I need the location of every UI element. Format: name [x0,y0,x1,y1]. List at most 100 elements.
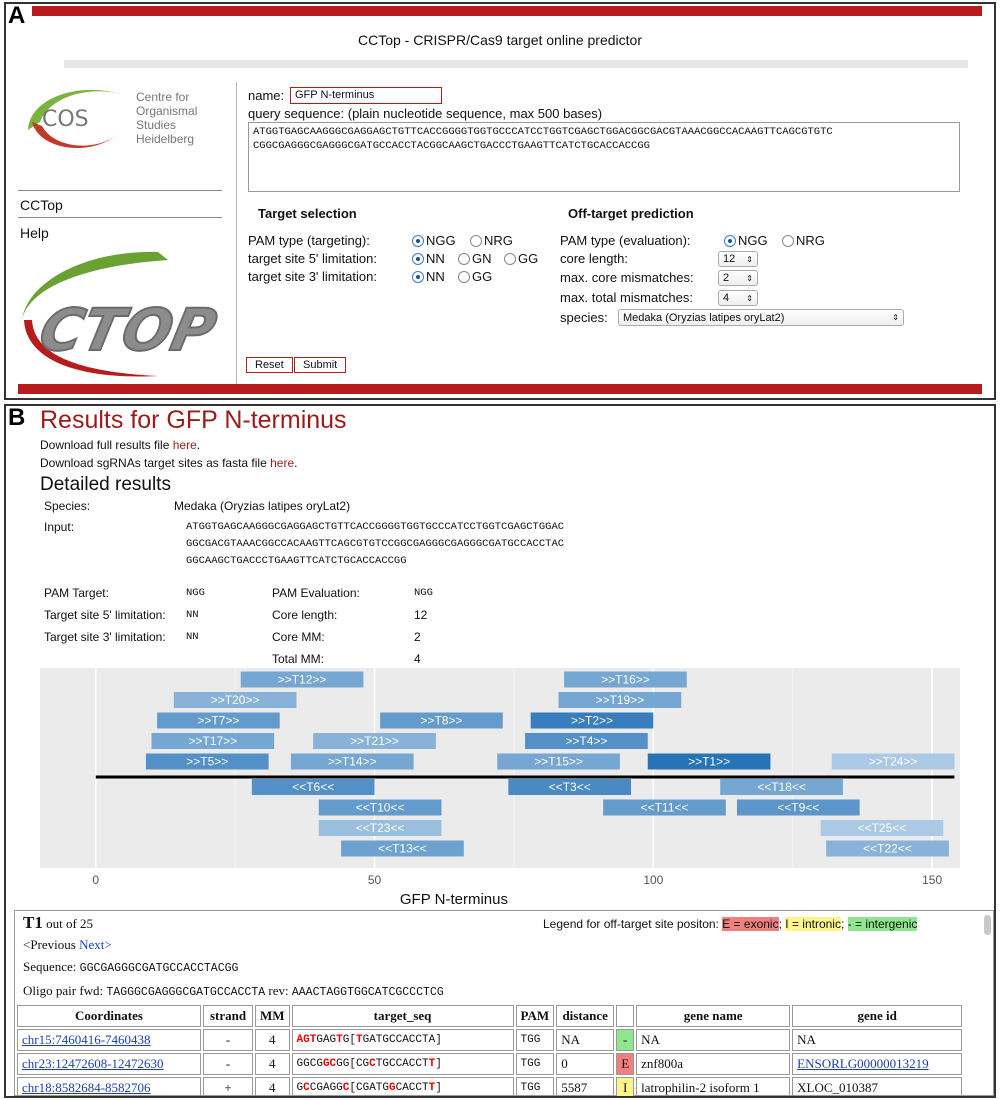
scrollbar[interactable] [984,915,991,935]
three-limit-value: NN [186,631,199,643]
seq-segment: G[ [342,1034,356,1046]
coordinates-link[interactable]: chr18:8582684-8582706 [22,1080,151,1095]
table-body: chr15:7460416-7460438-4 AGTGAGTG[TGATGCCA… [17,1029,963,1096]
mismatch-base: T [336,1034,343,1046]
target-label: <<T11<< [641,801,689,815]
x-tick-label: 0 [92,873,99,887]
pam-eval-ngg-radio[interactable]: NGG [724,233,768,248]
pam-targeting-ngg-radio[interactable]: NGG [412,233,456,248]
core-length-select[interactable]: 12 ⇕ [718,251,758,267]
input-line: GGCAAGCTGACCCTGAAGTTCATCTGCACCACCGG [186,555,407,567]
panel-a: CCTop - CRISPR/Cas9 target online predic… [4,2,996,400]
five-limit-gn-radio[interactable]: GN [458,251,492,266]
gene-id-link[interactable]: ENSORLG00000013219 [797,1056,928,1071]
gene-id-cell: NA [792,1029,963,1051]
seq-segment: [CGATG [349,1082,389,1094]
mismatch-base: AGT [296,1034,317,1046]
five-limit-gg-radio[interactable]: GG [504,251,538,266]
panel-a-label: A [8,2,26,29]
core-mm-select[interactable]: 2 ⇕ [718,270,758,286]
target-label: >>T5>> [186,755,228,769]
mismatch-base: C [303,1082,310,1094]
next-link[interactable]: Next> [79,937,112,952]
coordinates-cell: chr18:8582684-8582706 [17,1077,201,1096]
panel-b: Results for GFP N-terminus Download full… [4,404,996,1098]
table-row: chr15:7460416-7460438-4 AGTGAGTG[TGATGCCA… [17,1029,963,1051]
x-tick-label: 150 [922,873,942,887]
previous-link[interactable]: <Previous [23,937,76,952]
pam-type-eval-label: PAM type (evaluation): [560,233,691,248]
col-position [616,1005,635,1027]
coordinates-link[interactable]: chr23:12472608-12472630 [22,1056,164,1071]
position-cell: - [616,1029,635,1051]
col-strand: strand [203,1005,253,1027]
input-line: ATGGTGAGCAAGGGCGAGGAGCTGTTCACCGGGGTGGTGC… [186,521,565,533]
gene-id-cell: ENSORLG00000013219 [792,1053,963,1075]
five-limit-value: NN [186,609,199,621]
sidebar-divider [18,190,222,191]
gene-name-cell: latrophilin-2 isoform 1 [636,1077,791,1096]
select-value: 2 [723,272,730,284]
download-full-line: Download full results file here. [40,438,200,452]
title-divider [64,60,968,68]
target-label: >>T20>> [211,693,260,707]
select-value: Medaka (Oryzias latipes oryLat2) [623,311,785,324]
radio-checked-icon [724,234,736,247]
content-divider [236,82,237,388]
sidebar-item-help[interactable]: Help [20,225,49,241]
radio-checked-icon [412,234,424,247]
legend-exonic: E = exonic [722,917,779,931]
strand-cell: - [203,1029,253,1051]
download-full-link[interactable]: here [173,438,197,452]
gene-name-cell: NA [636,1029,791,1051]
t1-heading: T1 out of 25 [23,913,93,933]
pam-target-label: PAM Target: [44,586,109,600]
table-header-row: Coordinates strand MM target_seq PAM dis… [17,1005,963,1027]
name-label: name: [248,88,285,103]
radio-label: NN [426,251,445,266]
three-limit-gg-radio[interactable]: GG [458,269,492,284]
download-fasta-link[interactable]: here [270,456,294,470]
bottom-red-bar [18,384,982,394]
sequence-line: Sequence: GGCGAGGGCGATGCCACCTACGG [23,959,238,975]
reset-button[interactable]: Reset [246,357,293,373]
target-label: >>T24>> [869,755,918,769]
offtarget-heading: Off-target prediction [568,206,694,221]
submit-button[interactable]: Submit [294,357,347,373]
core-mm-value: 2 [414,630,421,644]
mismatch-base: T [355,1034,363,1046]
query-sequence-textarea[interactable]: ATGGTGAGCAAGGGCGAGGAGCTGTTCACCGGGGTGGTGC… [248,122,960,192]
col-pam: PAM [515,1005,555,1027]
five-limit-nn-radio[interactable]: NN [412,251,445,266]
pam-eval-nrg-radio[interactable]: NRG [782,233,825,248]
pam-cell: TGG [515,1029,555,1051]
target-label: >>T17>> [188,734,237,748]
radio-unchecked-icon [782,234,794,247]
radio-label: NN [426,269,445,284]
target-label: <<T13<< [378,842,427,856]
species-select[interactable]: Medaka (Oryzias latipes oryLat2) ⇕ [618,309,904,326]
target-seq-cell: AGTGAGTG[TGATGCCACCTA] [291,1029,514,1051]
core-length-label: core length: [560,251,628,266]
target-label: >>T1>> [688,755,730,769]
target-label: <<T9<< [777,801,819,815]
name-input[interactable]: GFP N-terminus [290,87,442,104]
coordinates-cell: chr15:7460416-7460438 [17,1029,201,1051]
radio-label: GG [472,269,493,284]
seq-segment: GGCG [296,1058,323,1070]
t1-detail-panel: T1 out of 25 Legend for off-target site … [14,910,994,1096]
three-limit-nn-radio[interactable]: NN [412,269,445,284]
coordinates-link[interactable]: chr15:7460416-7460438 [22,1032,151,1047]
total-mm-select[interactable]: 4 ⇕ [718,290,758,306]
pam-targeting-nrg-radio[interactable]: NRG [470,233,513,248]
distance-cell: NA [556,1029,615,1051]
seq-segment: GAG [316,1034,337,1046]
gene-id-cell: XLOC_010387 [792,1077,963,1096]
x-axis-label: GFP N-terminus [400,891,508,908]
five-limit-label: target site 5' limitation: [248,251,377,266]
sidebar-item-cctop[interactable]: CCTop [20,197,63,213]
mismatch-base: G [389,1082,396,1094]
table-row: chr18:8582684-8582706 +4 GCCGAGGC[CGATGGCA… [17,1077,963,1096]
col-target-seq: target_seq [291,1005,514,1027]
select-value: 12 [723,253,736,265]
